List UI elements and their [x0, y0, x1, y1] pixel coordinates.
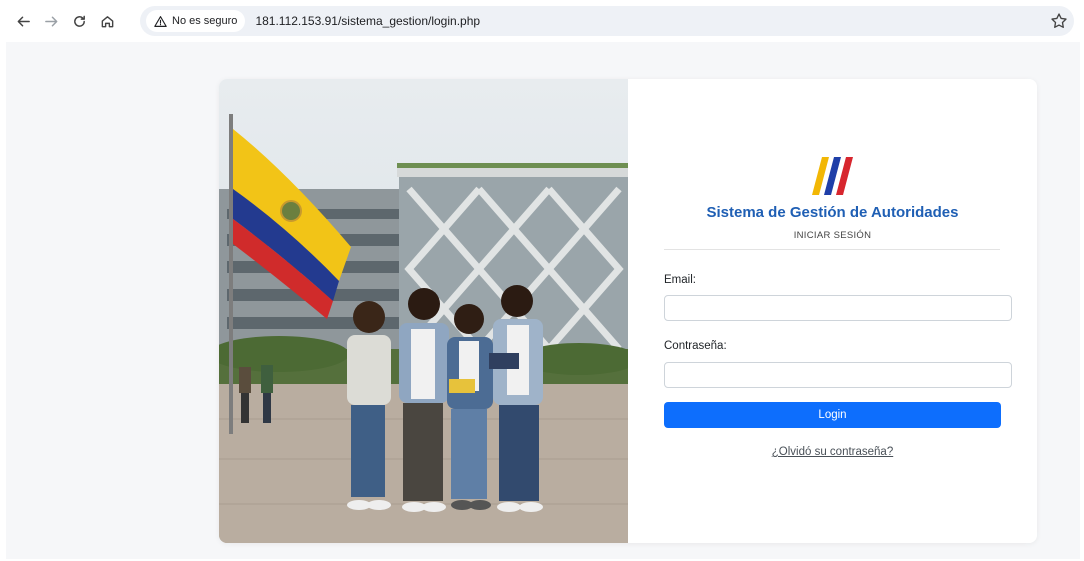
password-field[interactable]: [664, 362, 1012, 388]
forgot-password-link[interactable]: ¿Olvidó su contraseña?: [628, 446, 1037, 458]
system-title: Sistema de Gestión de Autoridades: [706, 204, 959, 221]
warning-icon: [154, 15, 167, 27]
password-label: Contraseña:: [664, 340, 727, 352]
email-field[interactable]: [664, 295, 1012, 321]
reload-icon[interactable]: [66, 8, 92, 34]
login-card: Sistema de Gestión de Autoridades INICIA…: [219, 79, 1037, 543]
url-text[interactable]: 181.112.153.91/sistema_gestion/login.php: [255, 14, 480, 28]
login-form-panel: Sistema de Gestión de Autoridades INICIA…: [628, 79, 1037, 543]
home-icon[interactable]: [94, 8, 120, 34]
back-arrow-icon[interactable]: [10, 8, 36, 34]
security-label: No es seguro: [172, 15, 238, 27]
address-bar[interactable]: No es seguro 181.112.153.91/sistema_gest…: [140, 6, 1074, 36]
email-label: Email:: [664, 274, 696, 286]
forward-arrow-icon[interactable]: [38, 8, 64, 34]
institution-logo-icon: [812, 157, 853, 195]
browser-toolbar: No es seguro 181.112.153.91/sistema_gest…: [0, 0, 1084, 42]
hero-image: [219, 79, 628, 543]
security-indicator[interactable]: No es seguro: [146, 10, 246, 32]
page-background: Sistema de Gestión de Autoridades INICIA…: [6, 42, 1080, 559]
divider: [664, 249, 1000, 250]
login-button[interactable]: Login: [664, 402, 1001, 428]
star-icon[interactable]: [1050, 12, 1068, 30]
section-title: INICIAR SESIÓN: [793, 230, 872, 241]
campus-students-illustration: [219, 114, 628, 543]
